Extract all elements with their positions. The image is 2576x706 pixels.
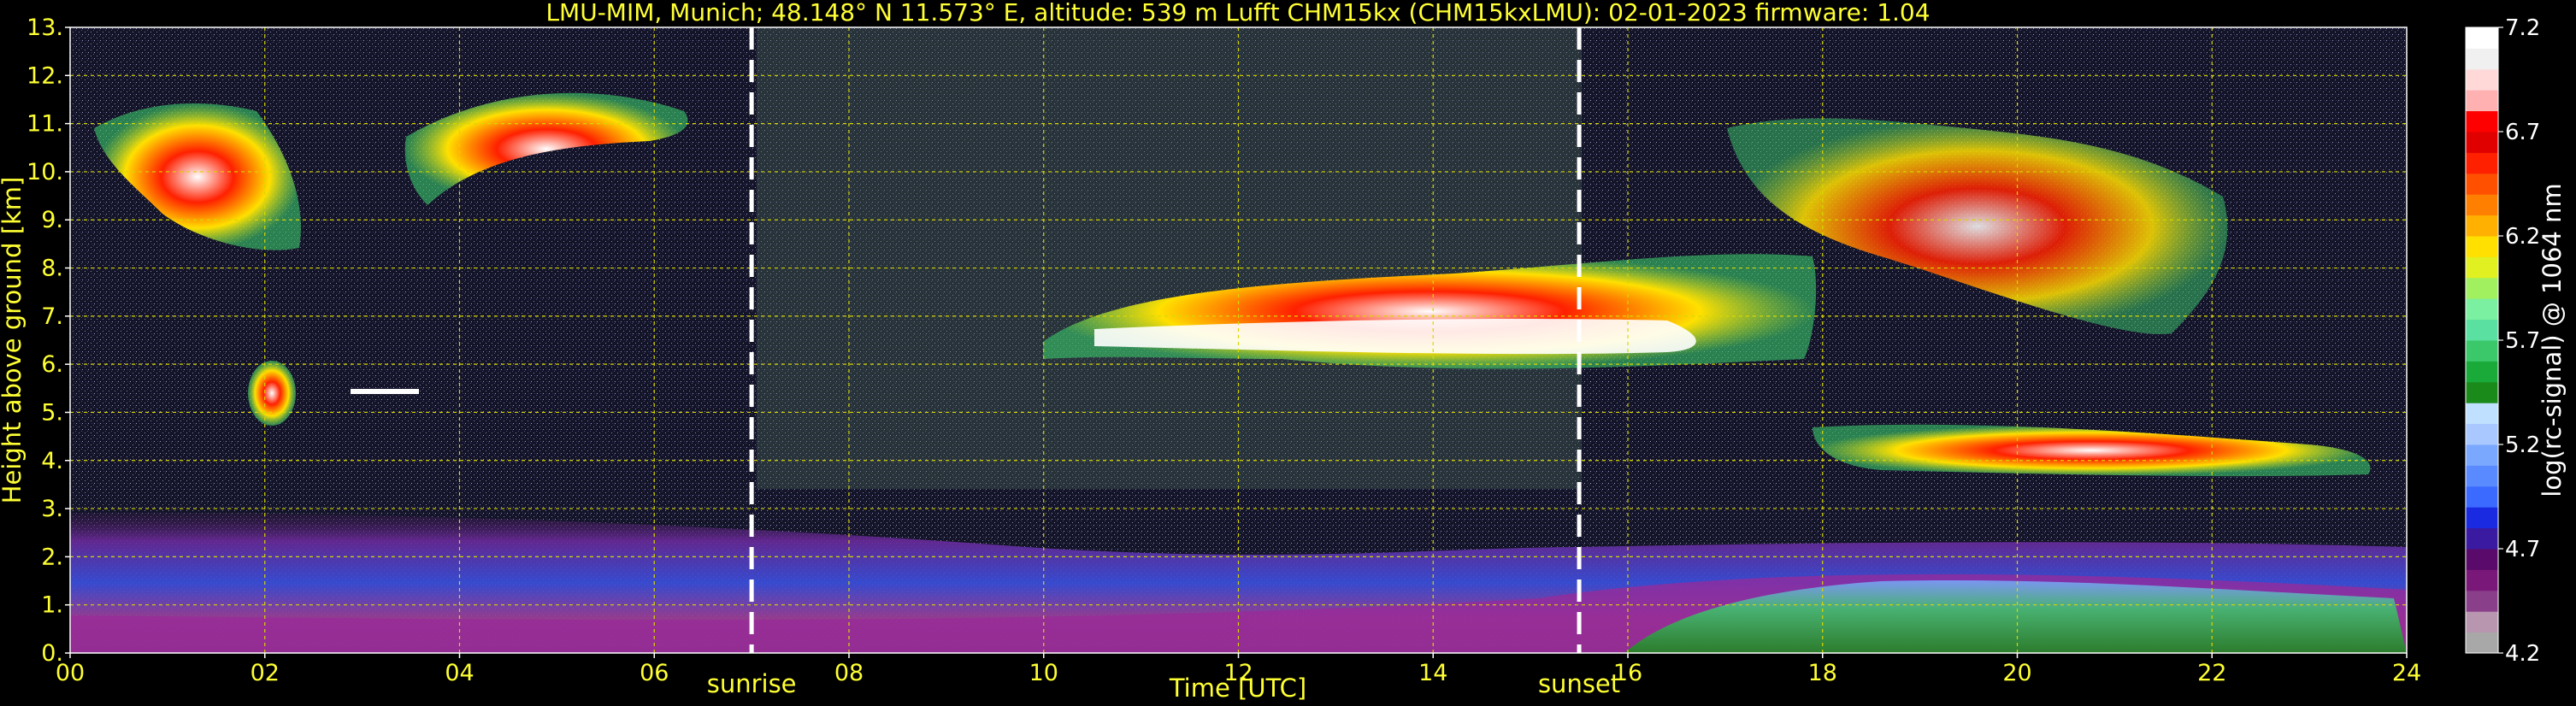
colorbar-segment <box>2466 485 2498 508</box>
y-tick-label: 4. <box>41 448 63 474</box>
y-axis-ticks: 0. 1. 2. 3. 4. 5. 6. 7. 8. 9. 10. 11. 12. 13. <box>27 15 70 667</box>
y-tick-label: 9. <box>41 207 63 233</box>
x-tick-label: 24 <box>2392 660 2421 686</box>
colorbar-tick-label: 5.2 <box>2505 432 2540 458</box>
plot-area <box>70 27 2407 653</box>
x-tick-label: 22 <box>2197 660 2226 686</box>
y-tick-label: 3. <box>41 496 63 522</box>
colorbar-segment <box>2466 507 2498 529</box>
y-tick-label: 12. <box>27 62 63 89</box>
colorbar-segment <box>2466 173 2498 195</box>
y-tick-label: 13. <box>27 15 63 41</box>
colorbar-segment <box>2466 381 2498 403</box>
colorbar-label: log(rc-signal) @ 1064 nm <box>2538 183 2567 497</box>
colorbar-segment <box>2466 27 2498 49</box>
daylight-noise <box>757 27 1582 489</box>
colorbar-tick-label: 4.2 <box>2505 641 2540 667</box>
y-tick-label: 8. <box>41 256 63 282</box>
colorbar-segment <box>2466 277 2498 299</box>
colorbar-segment <box>2466 549 2498 570</box>
colorbar-segment <box>2466 465 2498 487</box>
x-tick-label: 06 <box>640 660 669 686</box>
y-tick-label: 0. <box>41 640 63 667</box>
thin-layer <box>351 389 419 394</box>
colorbar-segment <box>2466 194 2498 216</box>
x-tick-label: 14 <box>1418 660 1447 686</box>
x-tick-label: 18 <box>1808 660 1837 686</box>
colorbar-segment <box>2466 90 2498 112</box>
chart-title: LMU-MIM, Munich; 48.148° N 11.573° E, al… <box>545 0 1930 26</box>
y-tick-label: 5. <box>41 399 63 426</box>
colorbar-tick-label: 5.7 <box>2505 328 2540 354</box>
x-tick-label: 20 <box>2002 660 2031 686</box>
colorbar-segment <box>2466 48 2498 70</box>
colorbar-segment <box>2466 256 2498 279</box>
y-tick-label: 1. <box>41 592 63 619</box>
x-tick-label: 04 <box>445 660 474 686</box>
colorbar <box>2466 27 2498 654</box>
colorbar-segment <box>2466 152 2498 174</box>
colorbar-tick-label: 7.2 <box>2505 15 2540 41</box>
colorbar-segment <box>2466 569 2498 591</box>
colorbar-segment <box>2466 298 2498 321</box>
colorbar-tick-label: 6.2 <box>2505 224 2540 250</box>
y-tick-label: 7. <box>41 303 63 330</box>
colorbar-segment <box>2466 632 2498 654</box>
colorbar-segment <box>2466 319 2498 341</box>
sun-event-label: sunset <box>1538 669 1620 698</box>
y-tick-label: 6. <box>41 351 63 378</box>
colorbar-segment <box>2466 444 2498 466</box>
y-tick-label: 2. <box>41 544 63 570</box>
colorbar-segment <box>2466 403 2498 425</box>
colorbar-segment <box>2466 215 2498 237</box>
colorbar-tick-label: 4.7 <box>2505 537 2540 562</box>
lidar-heatmap-chart: 00 02 04 06 08 10 12 14 16 18 20 22 24 0.1.2.3.4.5.6… <box>0 0 2567 703</box>
x-tick-label: 10 <box>1029 660 1058 686</box>
colorbar-tick-label: 6.7 <box>2505 120 2540 145</box>
colorbar-segment <box>2466 132 2498 153</box>
sun-event-label: sunrise <box>707 669 797 698</box>
colorbar-segment <box>2466 590 2498 612</box>
colorbar-segment <box>2466 110 2498 132</box>
x-tick-label: 08 <box>834 660 864 686</box>
y-tick-label: 10. <box>27 159 63 185</box>
colorbar-segment <box>2466 340 2498 362</box>
colorbar-ticks: 4.2 4.7 5.2 5.7 6.2 6.7 7.2 <box>2498 15 2540 667</box>
y-tick-label: 11. <box>27 111 63 138</box>
x-axis-label: Time [UTC] <box>1169 674 1306 703</box>
x-tick-label: 02 <box>251 660 280 686</box>
colorbar-segment <box>2466 423 2498 445</box>
colorbar-segment <box>2466 361 2498 383</box>
y-axis-label: Height above ground [km] <box>0 177 27 504</box>
colorbar-segment <box>2466 68 2498 91</box>
colorbar-segment <box>2466 236 2498 257</box>
small-cloud <box>248 361 296 426</box>
colorbar-segment <box>2466 527 2498 550</box>
colorbar-segment <box>2466 611 2498 633</box>
